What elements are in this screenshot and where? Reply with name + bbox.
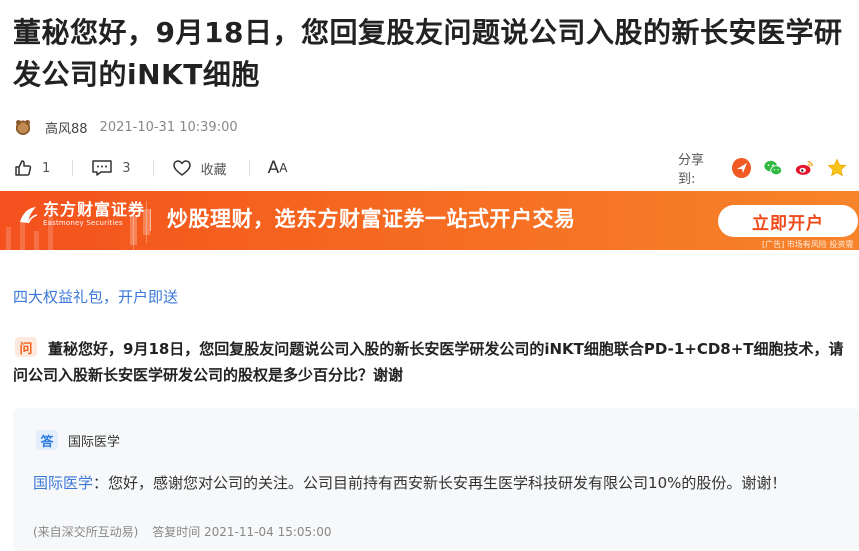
heart-icon — [172, 160, 191, 176]
eastmoney-logo: 东方财富证券 Eastmoney Securities — [17, 201, 145, 228]
thumbs-up-icon — [15, 160, 32, 176]
divider — [248, 160, 250, 176]
banner-slogan: 炒股理财，选东方财富证券一站式开户交易 — [167, 207, 576, 231]
answer-body: ：您好，感谢您对公司的关注。公司目前持有西安新长安再生医学科技研发有限公司10%… — [93, 474, 787, 492]
share-bar: 分享到: — [678, 153, 859, 187]
answer-card: 答 国际医学 国际医学：您好，感谢您对公司的关注。公司目前持有西安新长安再生医学… — [13, 408, 859, 551]
ad-banner[interactable]: 东方财富证券 Eastmoney Securities 炒股理财，选东方财富证券… — [0, 191, 859, 250]
share-label: 分享到: — [678, 153, 705, 187]
open-account-button[interactable]: 立即开户 — [718, 205, 858, 237]
post-time: 2021-10-31 10:39:00 — [99, 119, 238, 135]
eastmoney-logo-icon — [20, 206, 38, 223]
logo-cn: 东方财富证券 — [43, 200, 146, 219]
collect-label: 收藏 — [200, 162, 227, 178]
like-button[interactable]: 1 — [13, 158, 50, 178]
like-count: 1 — [42, 160, 51, 176]
divider — [72, 160, 74, 176]
answer-text: 国际医学：您好，感谢您对公司的关注。公司目前持有西安新长安再生医学科技研发有限公… — [33, 472, 853, 494]
banner-divider — [150, 209, 151, 231]
answer-company-link[interactable]: 国际医学 — [33, 474, 93, 492]
answer-time: 答复时间 2021-11-04 15:05:00 — [152, 525, 332, 539]
promo-link[interactable]: 四大权益礼包，开户即送 — [13, 286, 178, 307]
question-text: 董秘您好，9月18日，您回复股友问题说公司入股的新长安医学研发公司的iNKT细胞… — [13, 340, 844, 384]
action-bar: 1 3 收藏 AA — [13, 155, 287, 181]
collect-button[interactable]: 收藏 — [172, 158, 227, 178]
author-avatar[interactable] — [15, 119, 31, 135]
question-badge: 问 — [15, 337, 37, 357]
answer-footer: (来自深交所互动易) 答复时间 2021-11-04 15:05:00 — [33, 523, 331, 540]
wechat-icon[interactable] — [763, 158, 783, 178]
answer-badge: 答 — [36, 430, 58, 450]
ad-disclaimer: [广告] 市场有风险 投资需 — [762, 240, 854, 249]
author-name[interactable]: 高风88 — [45, 118, 88, 137]
font-size-large-label: A — [267, 158, 280, 178]
font-size-small-label: A — [279, 161, 288, 175]
logo-en: Eastmoney Securities — [43, 219, 123, 227]
article-meta: 高风88 2021-10-31 10:39:00 — [15, 116, 238, 138]
share-guba-icon[interactable] — [732, 158, 751, 178]
article-title: 董秘您好，9月18日，您回复股友问题说公司入股的新长安医学研发公司的iNKT细胞 — [13, 16, 843, 91]
weibo-icon[interactable] — [795, 158, 815, 178]
comment-icon — [92, 160, 113, 176]
star-icon[interactable] — [827, 158, 847, 178]
font-size-button[interactable]: AA — [268, 158, 288, 178]
answer-source: (来自深交所互动易) — [33, 525, 139, 539]
divider — [152, 160, 154, 176]
answerer-name[interactable]: 国际医学 — [68, 431, 120, 450]
comment-count: 3 — [122, 160, 131, 176]
comment-button[interactable]: 3 — [91, 158, 131, 178]
